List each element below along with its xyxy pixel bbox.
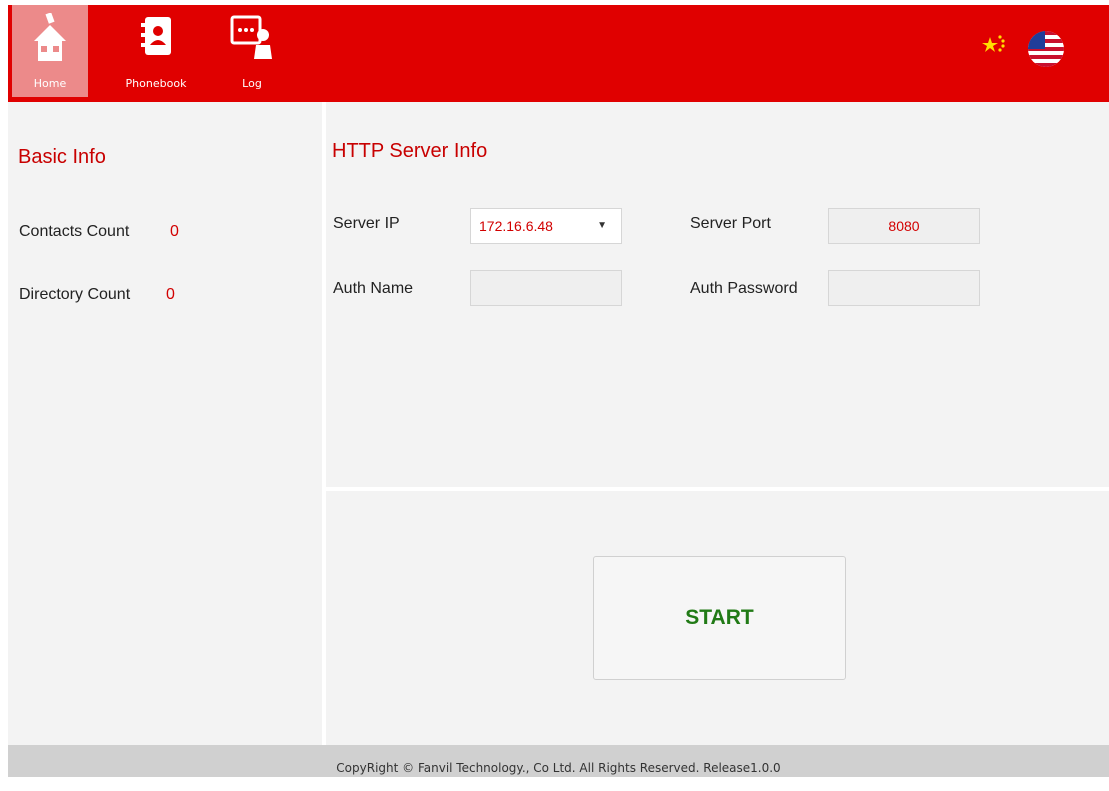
server-port-input[interactable] xyxy=(828,208,980,244)
server-ip-select[interactable]: 172.16.6.48 ▼ xyxy=(470,208,622,244)
auth-name-label: Auth Name xyxy=(333,280,414,297)
us-flag-icon[interactable] xyxy=(1028,31,1064,67)
nav-label-home: Home xyxy=(33,77,67,90)
auth-name-input[interactable] xyxy=(470,270,622,306)
start-button[interactable]: START xyxy=(593,556,846,680)
home-icon xyxy=(32,12,68,64)
log-icon xyxy=(230,15,274,62)
http-server-title: HTTP Server Info xyxy=(332,140,488,162)
nav-item-phonebook[interactable]: Phonebook xyxy=(118,5,194,97)
nav-label-phonebook: Phonebook xyxy=(125,77,187,90)
basic-info-title: Basic Info xyxy=(18,146,106,168)
contacts-count-label: Contacts Count xyxy=(19,223,130,240)
server-port-label: Server Port xyxy=(690,215,771,232)
contacts-count-value: 0 xyxy=(170,223,179,240)
server-ip-value: 172.16.6.48 xyxy=(479,218,553,234)
basic-info-panel xyxy=(8,102,322,745)
auth-password-label: Auth Password xyxy=(690,280,798,297)
footer-copyright: CopyRight © Fanvil Technology., Co Ltd. … xyxy=(8,745,1109,777)
nav-label-log: Log xyxy=(242,77,262,90)
server-ip-label: Server IP xyxy=(333,215,400,232)
nav-item-log[interactable]: Log xyxy=(214,5,290,97)
nav-item-home[interactable]: Home xyxy=(12,5,88,97)
auth-password-input[interactable] xyxy=(828,270,980,306)
directory-count-label: Directory Count xyxy=(19,286,131,303)
top-nav-bar: Home Phonebook Log xyxy=(8,5,1109,102)
chinese-flag-icon[interactable] xyxy=(980,31,1016,67)
dropdown-arrow-icon: ▼ xyxy=(597,220,607,231)
phonebook-icon xyxy=(139,15,173,62)
directory-count-value: 0 xyxy=(166,286,175,303)
